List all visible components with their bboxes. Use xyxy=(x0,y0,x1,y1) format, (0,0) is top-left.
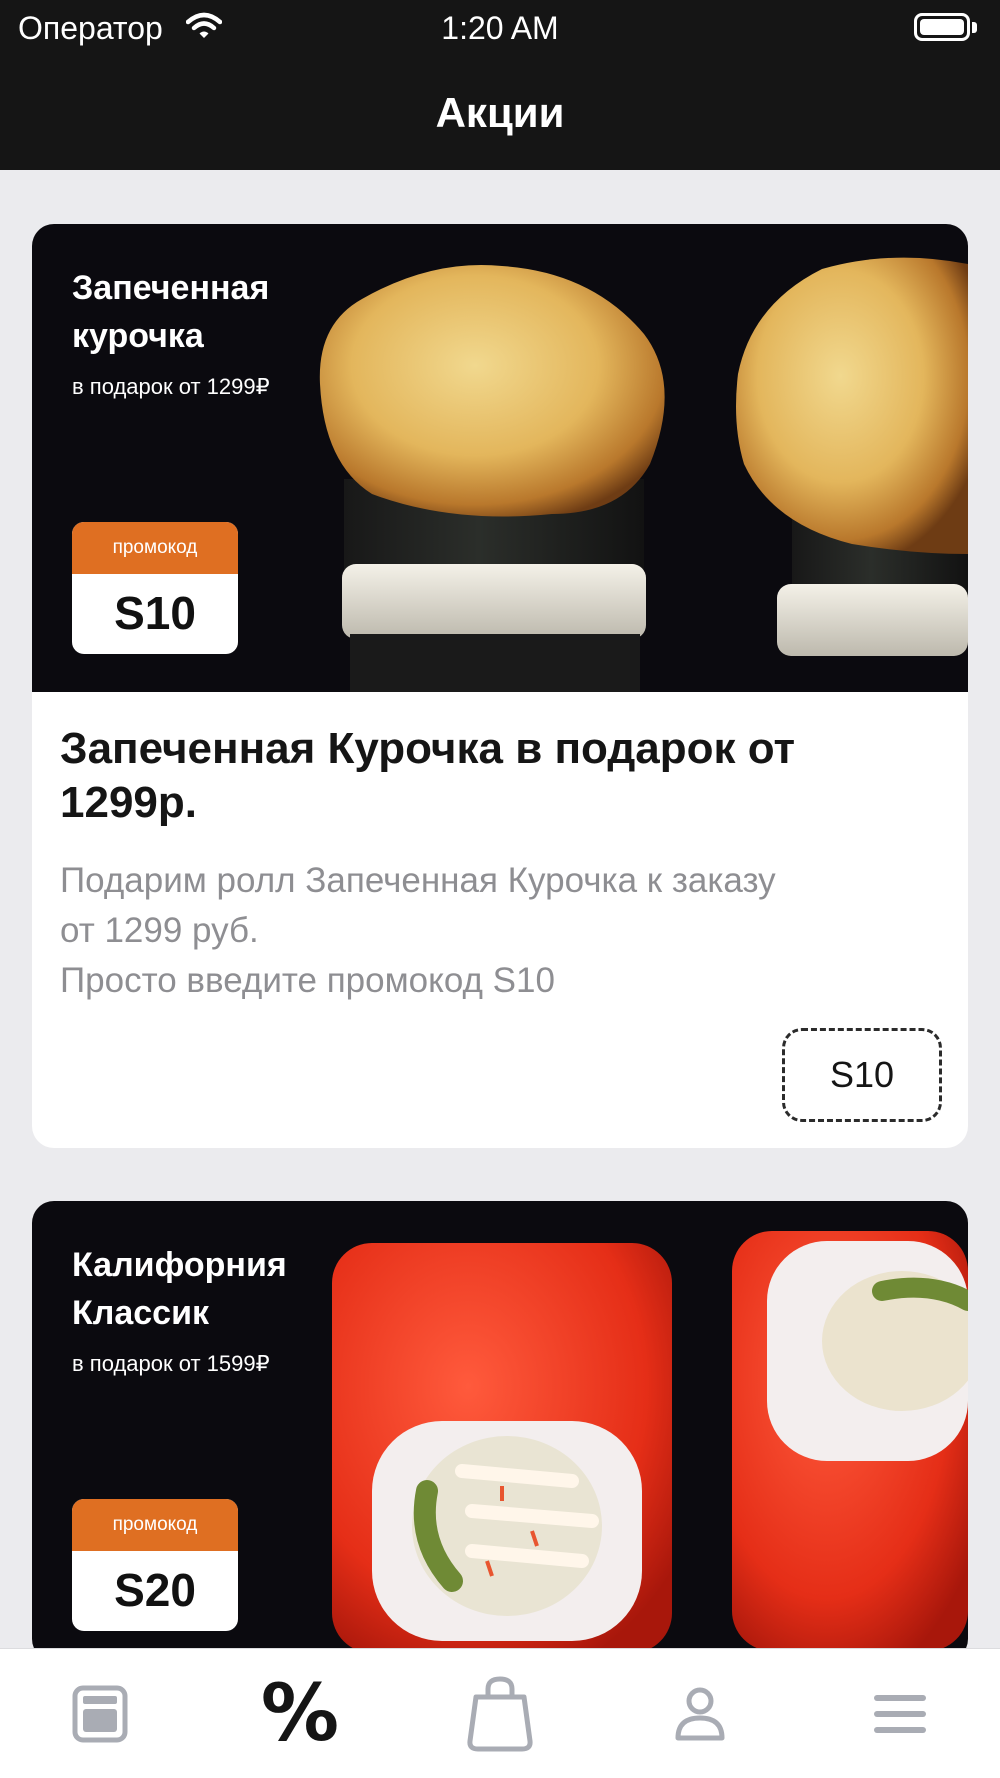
promo-code-badge: промокод S10 xyxy=(72,522,238,654)
promo-code: S10 xyxy=(114,587,196,639)
navigation-bar: Акции xyxy=(0,57,1000,170)
shopping-bag-icon xyxy=(467,1676,533,1752)
promo-banner: Калифорния Классик в подарок от 1599₽ пр… xyxy=(32,1201,968,1661)
status-time: 1:20 AM xyxy=(441,10,559,46)
promo-description: Подарим ролл Запеченная Курочка к заказу… xyxy=(60,861,776,1000)
menu-card-icon xyxy=(72,1685,128,1743)
promo-label: промокод xyxy=(72,522,238,574)
promo-banner: Запеченная курочка в подарок от 1299₽ пр… xyxy=(32,224,968,692)
percent-icon: % xyxy=(260,1669,340,1759)
promo-details: Запеченная Курочка в подарок от 1299р. П… xyxy=(60,722,940,1006)
tab-profile[interactable] xyxy=(600,1649,800,1778)
tab-cart[interactable] xyxy=(400,1649,600,1778)
page-title: Акции xyxy=(435,89,565,136)
promo-card[interactable]: Запеченная курочка в подарок от 1299₽ пр… xyxy=(32,224,968,1148)
hamburger-menu-icon xyxy=(874,1695,926,1733)
profile-icon xyxy=(675,1687,725,1741)
promo-card[interactable]: Калифорния Классик в подарок от 1599₽ пр… xyxy=(32,1201,968,1661)
banner-title: Запеченная курочка xyxy=(72,269,270,355)
promo-code-badge: промокод S20 xyxy=(72,1499,238,1631)
tab-bar: % xyxy=(0,1648,1000,1778)
battery-tip xyxy=(972,22,977,33)
banner-subtitle: в подарок от 1599₽ xyxy=(72,1351,270,1376)
battery-icon xyxy=(914,13,970,41)
tab-menu[interactable] xyxy=(0,1649,200,1778)
banner-subtitle: в подарок от 1299₽ xyxy=(72,374,270,399)
tab-more[interactable] xyxy=(800,1649,1000,1778)
promo-code: S20 xyxy=(114,1564,196,1616)
status-bar: Оператор 1:20 AM xyxy=(0,0,1000,57)
promo-title: Запеченная Курочка в подарок от 1299р. xyxy=(60,724,796,827)
tab-promotions[interactable]: % xyxy=(200,1649,400,1778)
banner-title: Калифорния Классик xyxy=(72,1246,287,1332)
copy-promo-code-button[interactable]: S10 xyxy=(782,1028,942,1122)
promo-label: промокод xyxy=(72,1499,238,1551)
